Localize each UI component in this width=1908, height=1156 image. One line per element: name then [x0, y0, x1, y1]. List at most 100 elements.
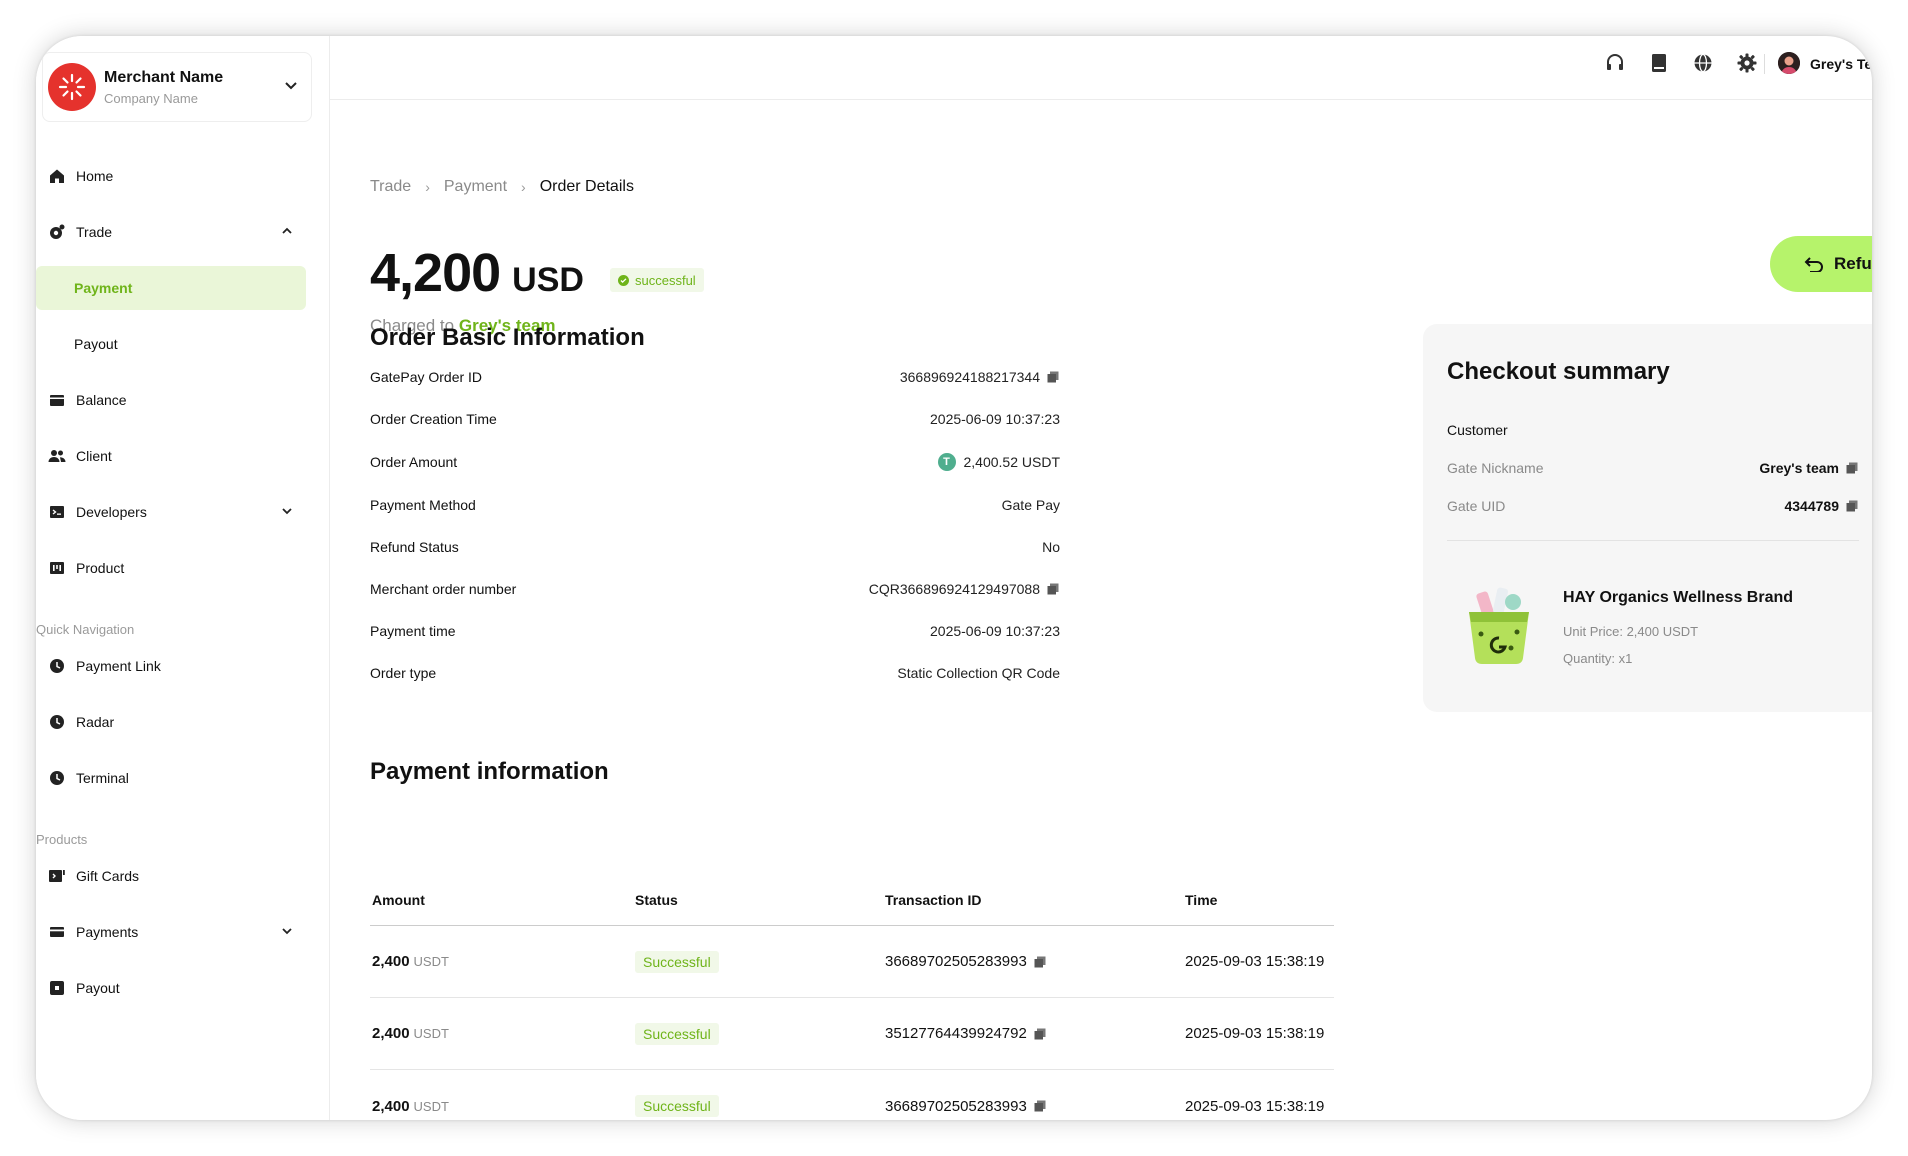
- chevron-down-icon: [280, 924, 294, 941]
- copy-icon[interactable]: [1845, 499, 1859, 513]
- terminal-icon: [48, 503, 66, 521]
- copy-icon[interactable]: [1845, 461, 1859, 475]
- summary-divider: [1447, 540, 1859, 541]
- merchant-switcher[interactable]: Merchant Name Company Name: [42, 52, 312, 122]
- product-icon: [48, 559, 66, 577]
- sidebar-item-product[interactable]: Product: [36, 546, 306, 590]
- sidebar-item-payout-products[interactable]: Payout: [36, 966, 306, 1010]
- info-value: 366896924188217344: [899, 369, 1040, 385]
- row-txid: 36689702505283993: [885, 953, 1027, 970]
- team-name[interactable]: Grey's Team: [1810, 56, 1872, 72]
- breadcrumb-item-current: Order Details: [539, 178, 634, 195]
- sidebar-item-payments[interactable]: Payments: [36, 910, 306, 954]
- info-row-order-amount: Order Amount T 2,400.52 USDT: [370, 447, 1060, 477]
- breadcrumb-item-payment[interactable]: Payment: [444, 178, 507, 196]
- info-row-order-type: Order type Static Collection QR Code: [370, 658, 1060, 688]
- sidebar-item-gift-cards[interactable]: Gift Cards: [36, 854, 306, 898]
- sidebar-item-label: Balance: [76, 392, 127, 408]
- info-label: Merchant order number: [370, 581, 517, 597]
- info-label: Order Creation Time: [370, 411, 497, 427]
- sidebar-item-label: Payments: [76, 924, 139, 940]
- copy-icon[interactable]: [1046, 370, 1060, 384]
- checkout-summary-title: Checkout summary: [1447, 358, 1670, 385]
- row-amount: 2,400: [372, 1025, 410, 1042]
- row-unit: USDT: [413, 954, 449, 969]
- gift-card-icon: [48, 867, 66, 885]
- column-header-amount: Amount: [372, 891, 425, 908]
- breadcrumb-item-trade[interactable]: Trade: [370, 178, 411, 196]
- breadcrumb: Trade › Payment › Order Details: [370, 178, 634, 196]
- status-text: successful: [635, 272, 696, 288]
- row-txid: 35127764439924792: [885, 1025, 1027, 1042]
- nickname-value: Grey's team: [1759, 460, 1839, 476]
- clock-icon: [48, 713, 66, 731]
- product-name: HAY Organics Wellness Brand: [1563, 589, 1794, 606]
- topbar: Grey's Team: [330, 36, 1872, 100]
- chevron-right-icon: ›: [425, 179, 430, 195]
- sidebar-item-label: Payment Link: [76, 658, 161, 674]
- customer-label: Customer: [1447, 422, 1508, 438]
- sidebar-item-payment-link[interactable]: Payment Link: [36, 644, 306, 688]
- info-row-creation-time: Order Creation Time 2025-06-09 10:37:23: [370, 404, 1060, 434]
- copy-icon[interactable]: [1033, 1027, 1047, 1041]
- column-header-status: Status: [635, 891, 678, 908]
- sidebar-item-payout[interactable]: Payout: [36, 322, 306, 366]
- book-icon[interactable]: [1648, 52, 1670, 74]
- product-quantity: Quantity: x1: [1563, 651, 1633, 666]
- card-icon: [48, 923, 66, 941]
- order-currency: USD: [512, 261, 584, 299]
- headset-icon[interactable]: [1604, 52, 1626, 74]
- payout-icon: [48, 979, 66, 997]
- checkout-summary-card: Checkout summary Customer Gate Nickname …: [1423, 324, 1872, 712]
- status-badge: successful: [610, 268, 704, 292]
- row-unit: USDT: [413, 1098, 449, 1114]
- copy-icon[interactable]: [1033, 955, 1047, 969]
- copy-icon[interactable]: [1046, 582, 1060, 596]
- trade-icon: [48, 223, 66, 241]
- chevron-up-icon: [280, 224, 294, 241]
- sidebar-item-label: Gift Cards: [76, 868, 140, 884]
- sidebar-item-trade[interactable]: Trade: [36, 210, 306, 254]
- table-row: 2,400 USDT Successful 36689702505283993 2…: [370, 1070, 1334, 1120]
- sidebar-item-developers[interactable]: Developers: [36, 490, 306, 534]
- copy-icon[interactable]: [1033, 1099, 1047, 1113]
- merchant-logo-icon: [48, 63, 96, 111]
- avatar[interactable]: [1778, 52, 1800, 74]
- amount-header: 4,200 USD successful: [370, 242, 704, 304]
- sidebar-item-balance[interactable]: Balance: [36, 378, 306, 422]
- globe-icon[interactable]: [1692, 52, 1714, 74]
- chevron-right-icon: ›: [521, 179, 526, 195]
- sidebar-item-home[interactable]: Home: [36, 154, 306, 198]
- uid-label: Gate UID: [1447, 498, 1506, 514]
- row-time: 2025-09-03 15:38:19: [1185, 1097, 1325, 1115]
- sidebar-item-radar[interactable]: Radar: [36, 700, 306, 744]
- sidebar-item-client[interactable]: Client: [36, 434, 306, 478]
- company-name: Company Name: [104, 90, 198, 106]
- status-badge: Successful: [635, 1022, 719, 1045]
- nickname-label: Gate Nickname: [1447, 460, 1544, 476]
- info-value: 2025-06-09 10:37:23: [930, 411, 1060, 427]
- product-unit-price: Unit Price: 2,400 USDT: [1563, 624, 1699, 639]
- info-label: Refund Status: [370, 539, 459, 555]
- row-time: 2025-09-03 15:38:19: [1185, 1025, 1325, 1042]
- check-circle-icon: [618, 274, 629, 286]
- refund-button[interactable]: Refund: [1770, 236, 1872, 292]
- merchant-name: Merchant Name: [104, 68, 224, 86]
- table-row: 2,400 USDT Successful 36689702505283993 2…: [370, 926, 1334, 998]
- sidebar-item-terminal[interactable]: Terminal: [36, 756, 306, 800]
- refund-label: Refund: [1834, 254, 1872, 273]
- info-value: CQR366896924129497088: [868, 581, 1040, 597]
- row-unit: USDT: [413, 1026, 449, 1041]
- gear-icon[interactable]: [1736, 52, 1758, 74]
- row-amount: 2,400: [372, 953, 410, 970]
- sidebar-item-payment[interactable]: Payment: [36, 266, 306, 310]
- row-time: 2025-09-03 15:38:19: [1185, 953, 1325, 970]
- sidebar-item-label: Payment: [74, 280, 133, 296]
- quick-navigation-label: Quick Navigation: [36, 622, 135, 637]
- info-row-merchant-order: Merchant order number CQR366896924129497…: [370, 574, 1060, 604]
- topbar-divider: [1764, 54, 1765, 74]
- status-badge: Successful: [635, 1095, 719, 1117]
- column-header-txid: Transaction ID: [885, 891, 982, 908]
- uid-value: 4344789: [1784, 498, 1839, 514]
- info-row-order-id: GatePay Order ID 366896924188217344: [370, 362, 1060, 392]
